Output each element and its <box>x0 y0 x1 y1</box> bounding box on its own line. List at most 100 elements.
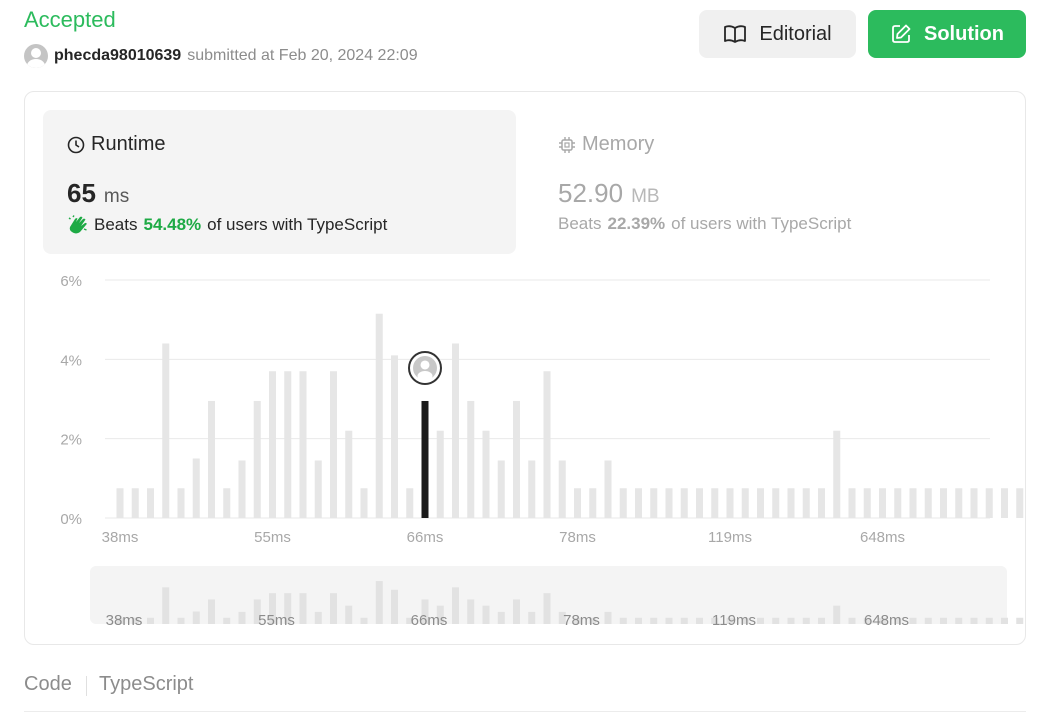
overview-bar <box>452 587 459 624</box>
chart-bar <box>345 430 353 518</box>
overview-bar <box>375 581 383 624</box>
overview-bar <box>528 611 536 624</box>
overview-bar <box>513 599 520 624</box>
chart-bar <box>680 488 688 518</box>
chart-bar <box>924 488 932 518</box>
overview-tick-label: 55ms <box>258 612 295 629</box>
overview-bar <box>314 611 322 624</box>
chart-bar <box>879 488 886 518</box>
chart-bar <box>299 371 307 518</box>
overview-bar <box>360 617 368 624</box>
chart-bar <box>833 430 841 518</box>
overview-bar <box>970 617 978 624</box>
overview-bar <box>223 617 231 624</box>
chart-bar <box>391 355 398 518</box>
chart-bar <box>452 343 459 518</box>
overview-bar <box>985 617 993 624</box>
chart-bar <box>970 488 978 518</box>
chart-bar <box>330 371 337 518</box>
avatar-body <box>417 370 433 381</box>
chart-bar <box>253 400 261 518</box>
overview-tick-label: 648ms <box>864 612 909 629</box>
chart-bar <box>665 488 673 518</box>
y-tick-label: 2% <box>60 432 82 449</box>
chart-bar <box>314 460 322 518</box>
tab-code[interactable]: Code <box>24 673 72 696</box>
chart-bar <box>238 460 246 518</box>
chart-bar <box>635 488 642 518</box>
x-tick-label: 66ms <box>407 529 444 546</box>
overview-bar <box>680 617 688 624</box>
chart-bar <box>818 488 825 518</box>
avatar-head <box>420 360 430 370</box>
chart-bar <box>543 371 551 518</box>
chart-bar <box>909 488 917 518</box>
overview-bar <box>909 617 917 624</box>
overview-bar <box>802 617 810 624</box>
chart-bar <box>574 488 581 518</box>
overview-bar <box>955 617 963 624</box>
overview-bar <box>772 617 780 624</box>
overview-bar <box>924 617 932 624</box>
chart-bar <box>497 460 505 518</box>
x-tick-label: 119ms <box>708 529 752 546</box>
chart-bar <box>482 430 490 518</box>
overview-tick-label: 38ms <box>106 612 143 629</box>
chart-bar <box>1016 488 1024 518</box>
chart-bar <box>589 488 597 518</box>
overview-bar <box>940 617 947 624</box>
overview-bar <box>787 617 795 624</box>
tab-language[interactable]: TypeScript <box>99 673 193 696</box>
chart-bar <box>757 488 764 518</box>
overview-bar <box>497 611 505 624</box>
chart-bar <box>863 488 871 518</box>
overview-bar <box>482 605 490 624</box>
chart-bar <box>604 460 612 518</box>
overview-bar <box>604 611 612 624</box>
chart-bar <box>208 400 215 518</box>
overview-tick-label: 119ms <box>712 612 756 629</box>
chart-bar <box>223 488 231 518</box>
y-tick-label: 0% <box>60 511 82 528</box>
overview-bar <box>208 599 215 624</box>
overview-bar <box>467 599 475 624</box>
chart-bar <box>467 400 475 518</box>
chart-bar <box>147 488 154 518</box>
chart-bar <box>772 488 780 518</box>
chart-bar <box>619 488 627 518</box>
overview-bar <box>147 617 154 624</box>
x-tick-label: 38ms <box>102 529 139 546</box>
chart-bar <box>741 488 749 518</box>
chart-bar <box>802 488 810 518</box>
overview-tick-label: 66ms <box>411 612 448 629</box>
chart-bar <box>711 488 719 518</box>
chart-bar <box>192 458 200 518</box>
overview-bar <box>619 617 627 624</box>
overview-bar <box>238 611 246 624</box>
overview-bar <box>391 589 398 624</box>
runtime-distribution-chart[interactable]: 6% 4% 2% 0% 38ms 55ms 66ms 78ms 119ms 648ms 38ms 55… <box>0 0 1037 650</box>
chart-bar <box>726 488 734 518</box>
chart-bar <box>360 488 368 518</box>
chart-bar <box>848 488 856 518</box>
chart-bar <box>894 488 902 518</box>
chart-bar <box>528 460 536 518</box>
chart-bar <box>269 371 276 518</box>
overview-bar <box>665 617 673 624</box>
overview-bar <box>177 617 185 624</box>
chart-bar <box>406 488 414 518</box>
overview-bar <box>192 611 200 624</box>
selected-bar <box>421 400 429 518</box>
chart-bar <box>177 488 185 518</box>
chart-bar <box>787 488 795 518</box>
overview-bar <box>162 587 170 624</box>
y-tick-label: 6% <box>60 273 82 290</box>
chart-bar <box>162 343 170 518</box>
overview-bar <box>650 617 658 624</box>
chart-bar <box>375 313 383 518</box>
chart-bar <box>436 430 444 518</box>
code-section-border <box>24 711 1026 712</box>
chart-bar <box>513 400 520 518</box>
overview-bar <box>330 593 337 624</box>
x-tick-label: 78ms <box>559 529 596 546</box>
